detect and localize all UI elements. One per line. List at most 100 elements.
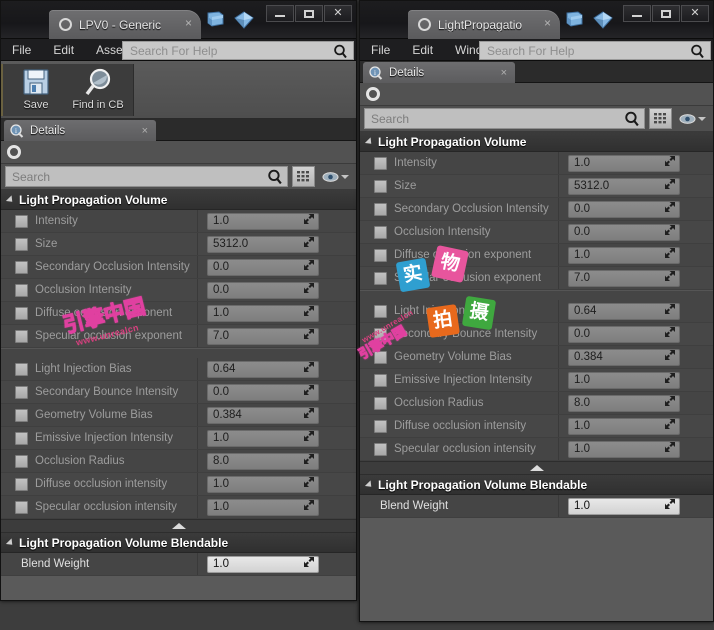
property-checkbox[interactable] (15, 478, 28, 491)
right-search-row[interactable]: Search (360, 106, 713, 131)
numeric-input[interactable]: 1.0 (207, 556, 319, 573)
property-checkbox[interactable] (374, 249, 387, 262)
spinner-icon[interactable] (303, 360, 315, 378)
property-value-cell[interactable]: 7.0 (568, 270, 680, 287)
right-menubar[interactable]: File Edit Windo Search For Help (360, 39, 713, 61)
chevron-down-icon[interactable] (698, 117, 706, 121)
property-value-cell[interactable]: 0.384 (568, 349, 680, 366)
numeric-input[interactable]: 0.64 (568, 303, 680, 320)
property-value-cell[interactable]: 0.0 (568, 201, 680, 218)
property-row[interactable]: Specular occlusion intensity 1.0 (360, 438, 713, 461)
gem-icon[interactable] (234, 11, 254, 29)
numeric-input[interactable]: 0.0 (568, 326, 680, 343)
right-details-tab[interactable]: i Details × (363, 62, 515, 83)
right-window-tab[interactable]: LightPropagatio × (408, 10, 560, 39)
property-row[interactable]: Diffuse occlusion exponent 1.0 (360, 244, 713, 267)
chevron-down-icon[interactable] (341, 175, 349, 179)
property-value-cell[interactable]: 0.0 (568, 224, 680, 241)
property-value-cell[interactable]: 0.0 (568, 326, 680, 343)
numeric-input[interactable]: 8.0 (568, 395, 680, 412)
property-checkbox[interactable] (15, 238, 28, 251)
property-checkbox[interactable] (15, 261, 28, 274)
property-row[interactable]: Occlusion Intensity 0.0 (360, 221, 713, 244)
spinner-icon[interactable] (664, 348, 676, 366)
property-row[interactable]: Occlusion Intensity 0.0 (1, 279, 356, 302)
property-row[interactable]: Diffuse occlusion intensity 1.0 (1, 473, 356, 496)
property-checkbox[interactable] (374, 180, 387, 193)
numeric-input[interactable]: 0.384 (207, 407, 319, 424)
property-checkbox[interactable] (15, 330, 28, 343)
property-row[interactable]: Size 5312.0 (1, 233, 356, 256)
right-help-search[interactable]: Search For Help (479, 41, 711, 60)
chevron-up-icon[interactable] (530, 465, 544, 471)
property-row[interactable]: Intensity 1.0 (360, 152, 713, 175)
close-button[interactable]: ✕ (681, 5, 709, 22)
property-row[interactable]: Emissive Injection Intensity 1.0 (1, 427, 356, 450)
save-button[interactable]: Save (5, 66, 67, 116)
property-checkbox[interactable] (374, 351, 387, 364)
expand-triangle-icon[interactable] (6, 195, 15, 204)
property-checkbox[interactable] (374, 157, 387, 170)
property-row[interactable]: Diffuse occlusion exponent 1.0 (1, 302, 356, 325)
right-search-input[interactable]: Search (364, 108, 645, 129)
spinner-icon[interactable] (303, 258, 315, 276)
spinner-icon[interactable] (303, 212, 315, 230)
property-value-cell[interactable]: 7.0 (207, 328, 319, 345)
numeric-input[interactable]: 1.0 (568, 441, 680, 458)
property-row[interactable]: Geometry Volume Bias 0.384 (360, 346, 713, 369)
expand-triangle-icon[interactable] (6, 538, 15, 547)
left-details-tab-close-icon[interactable]: × (142, 125, 148, 137)
view-options-button[interactable] (319, 171, 352, 183)
property-checkbox[interactable] (15, 386, 28, 399)
numeric-input[interactable]: 0.64 (207, 361, 319, 378)
property-value-cell[interactable]: 8.0 (207, 453, 319, 470)
search-icon[interactable] (690, 44, 705, 59)
right-window-tab-close-icon[interactable]: × (544, 17, 551, 29)
spinner-icon[interactable] (303, 406, 315, 424)
window-lightpropagation[interactable]: 𝒼 LightPropagatio × ✕ File Edit Windo Se… (359, 0, 714, 622)
property-checkbox[interactable] (15, 501, 28, 514)
property-row[interactable]: Occlusion Radius 8.0 (1, 450, 356, 473)
actor-ring-icon[interactable] (7, 145, 21, 159)
category-header[interactable]: Light Propagation Volume (1, 190, 356, 210)
menu-edit[interactable]: Edit (401, 39, 444, 61)
expand-triangle-icon[interactable] (365, 137, 374, 146)
numeric-input[interactable]: 1.0 (568, 498, 680, 515)
property-checkbox[interactable] (374, 374, 387, 387)
property-row[interactable]: Emissive Injection Intensity 1.0 (360, 369, 713, 392)
property-value-cell[interactable]: 8.0 (568, 395, 680, 412)
property-row[interactable]: Secondary Occlusion Intensity 0.0 (1, 256, 356, 279)
left-details-tab[interactable]: i Details × (4, 120, 156, 141)
grid-view-button[interactable] (292, 166, 315, 187)
property-value-cell[interactable]: 1.0 (207, 430, 319, 447)
spinner-icon[interactable] (303, 452, 315, 470)
numeric-input[interactable]: 7.0 (568, 270, 680, 287)
spinner-icon[interactable] (303, 555, 315, 573)
property-value-cell[interactable]: 1.0 (568, 441, 680, 458)
numeric-input[interactable]: 5312.0 (207, 236, 319, 253)
property-checkbox[interactable] (374, 272, 387, 285)
spinner-icon[interactable] (303, 304, 315, 322)
property-value-cell[interactable]: 1.0 (568, 247, 680, 264)
numeric-input[interactable]: 1.0 (207, 305, 319, 322)
property-checkbox[interactable] (15, 284, 28, 297)
property-row[interactable]: Diffuse occlusion intensity 1.0 (360, 415, 713, 438)
spinner-icon[interactable] (664, 269, 676, 287)
spinner-icon[interactable] (303, 281, 315, 299)
expand-triangle-icon[interactable] (365, 480, 374, 489)
spinner-icon[interactable] (303, 429, 315, 447)
category-header[interactable]: Light Propagation Volume (360, 132, 713, 152)
spinner-icon[interactable] (664, 177, 676, 195)
property-row[interactable]: Specular occlusion exponent 7.0 (1, 325, 356, 348)
left-search-input[interactable]: Search (5, 166, 288, 187)
left-search-row[interactable]: Search (1, 164, 356, 189)
spinner-icon[interactable] (664, 154, 676, 172)
right-window-controls[interactable]: ✕ (622, 5, 709, 22)
property-checkbox[interactable] (374, 420, 387, 433)
actor-ring-icon[interactable] (366, 87, 380, 101)
book-icon[interactable] (565, 11, 585, 29)
spinner-icon[interactable] (664, 223, 676, 241)
grid-view-button[interactable] (649, 108, 672, 129)
property-row[interactable]: Specular occlusion intensity 1.0 (1, 496, 356, 519)
gem-icon[interactable] (593, 11, 613, 29)
